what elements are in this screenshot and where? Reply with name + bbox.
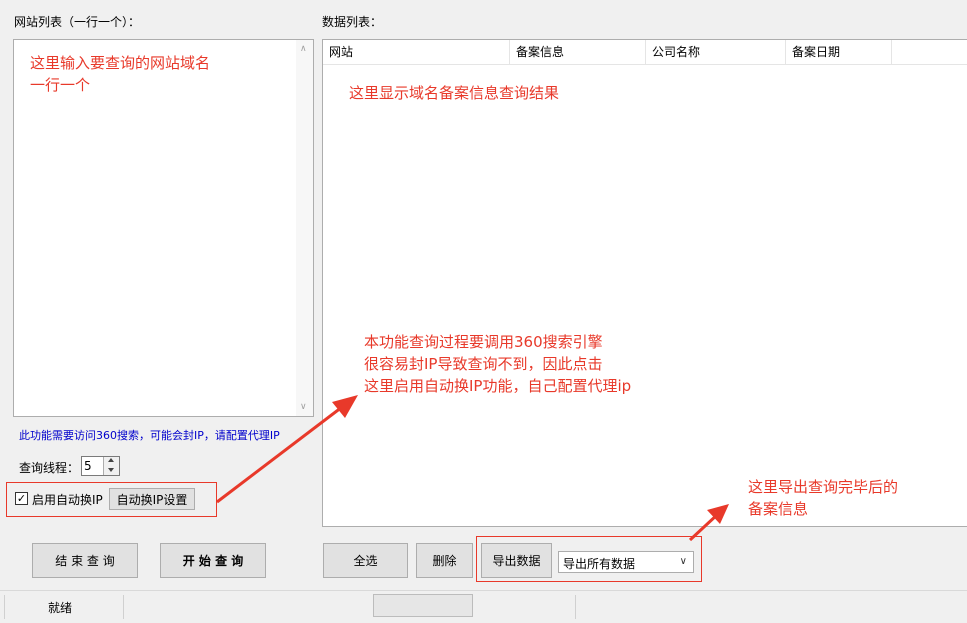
auto-ip-checkbox-label[interactable]: 启用自动换IP [32,491,103,508]
auto-ip-settings-button[interactable]: 自动换IP设置 [109,488,195,510]
status-text: 就绪 [48,601,73,615]
threads-value[interactable]: 5 [84,459,92,473]
stepper-down-icon[interactable] [108,468,114,472]
website-list-title: 网站列表（一行一个）： [14,15,141,29]
scroll-up-icon[interactable]: ∧ [300,44,307,54]
chevron-down-icon[interactable]: ∨ [680,556,687,567]
auto-ip-checkbox[interactable]: ✓ [15,492,28,505]
column-header-company[interactable]: 公司名称 [646,40,786,64]
export-annotation-line1: 这里导出查询完毕后的 [748,478,899,496]
textarea-hint-line1: 这里输入要查询的网站域名 [30,54,211,72]
list-header: 网站 备案信息 公司名称 备案日期 [323,40,967,65]
status-separator [123,595,124,619]
textarea-hint-line2: 一行一个 [30,76,91,94]
column-header-website[interactable]: 网站 [323,40,510,64]
delete-button[interactable]: 删除 [416,543,473,578]
textarea-scrollbar[interactable]: ∧ ∨ [296,40,313,416]
checkmark-icon: ✓ [16,492,27,505]
status-separator [575,595,576,619]
stepper-buttons[interactable] [103,457,119,475]
list-hint: 这里显示域名备案信息查询结果 [349,84,560,102]
stepper-up-icon[interactable] [108,458,114,462]
export-scope-select[interactable]: 导出所有数据 ∨ [558,551,694,573]
stop-query-button[interactable]: 结 束 查 询 [32,543,138,578]
status-separator [4,595,5,619]
proxy-annotation-line3: 这里启用自动换IP功能，自己配置代理ip [364,377,632,395]
website-list-textarea[interactable]: 这里输入要查询的网站域名 一行一个 ∧ ∨ [13,39,314,417]
proxy-annotation-line1: 本功能查询过程要调用360搜索引擎 [364,333,603,351]
start-query-button[interactable]: 开 始 查 询 [160,543,266,578]
export-data-button[interactable]: 导出数据 [481,543,552,578]
export-scope-value[interactable]: 导出所有数据 [563,555,635,572]
data-list-view[interactable]: 网站 备案信息 公司名称 备案日期 这里显示域名备案信息查询结果 [322,39,967,527]
column-header-filing-date[interactable]: 备案日期 [786,40,892,64]
notice-text: 此功能需要访问360搜索，可能会封IP，请配置代理IP [19,429,280,442]
data-list-title: 数据列表： [322,15,383,29]
status-bar: 就绪 [0,590,967,623]
column-header-filing-info[interactable]: 备案信息 [510,40,646,64]
select-all-button[interactable]: 全选 [323,543,408,578]
progress-bar [373,594,473,617]
threads-label: 查询线程： [19,461,80,475]
proxy-annotation-line2: 很容易封IP导致查询不到，因此点击 [364,355,603,373]
scroll-down-icon[interactable]: ∨ [300,402,307,412]
export-annotation-line2: 备案信息 [748,500,809,518]
threads-stepper[interactable]: 5 [81,456,120,476]
